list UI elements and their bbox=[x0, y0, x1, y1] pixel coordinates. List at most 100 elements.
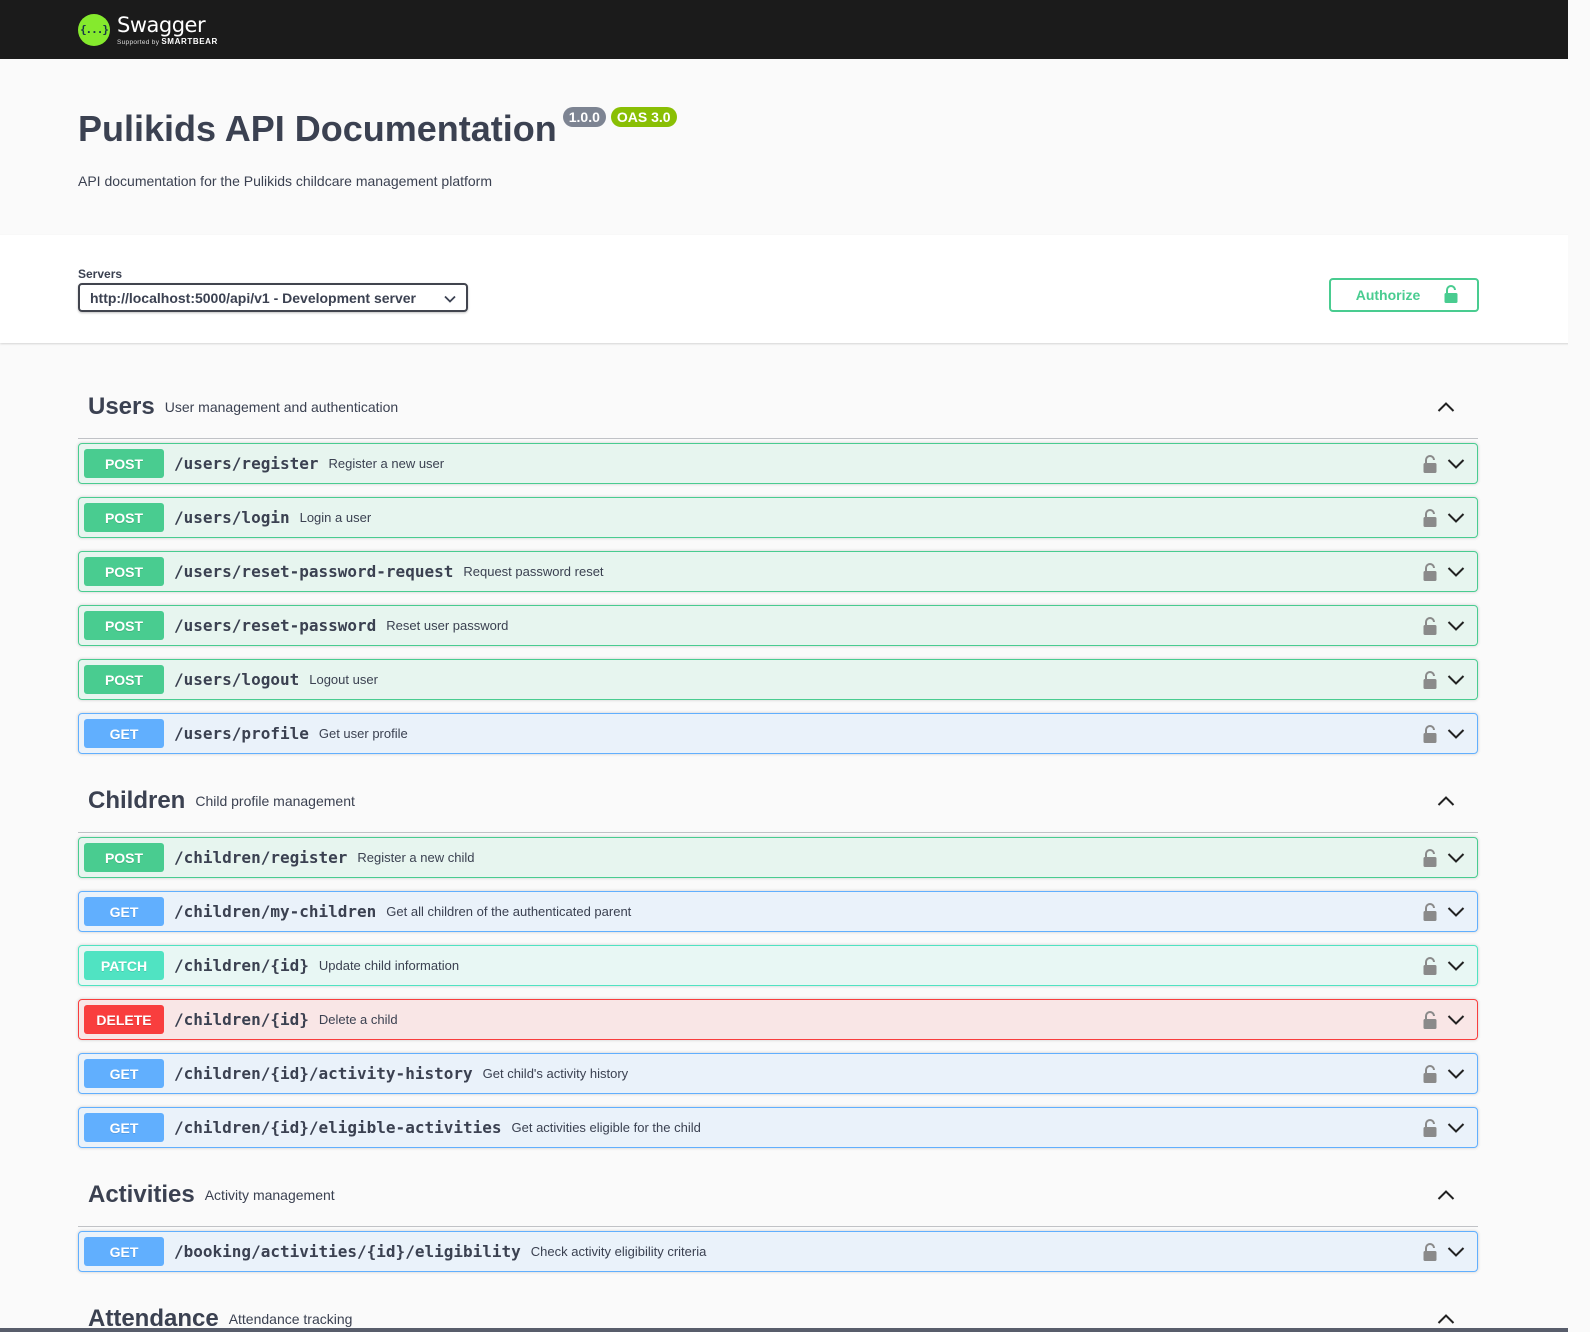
chevron-down-icon[interactable] bbox=[1447, 960, 1465, 972]
operation-path: /children/my-children bbox=[174, 902, 377, 921]
operation-row[interactable]: POST/users/login Login a user bbox=[78, 497, 1478, 538]
operation-path: /users/register bbox=[174, 454, 319, 473]
chevron-down-icon[interactable] bbox=[1447, 674, 1465, 686]
tag-section-users: Users User management and authentication P… bbox=[78, 375, 1478, 769]
tag-section-children: Children Child profile management POST/chi… bbox=[78, 769, 1478, 1163]
tag-name: Children bbox=[88, 786, 186, 814]
oas-badge: OAS 3.0 bbox=[610, 107, 677, 127]
lock-icon[interactable] bbox=[1423, 1242, 1437, 1261]
operation-path: /users/reset-password bbox=[174, 616, 377, 635]
chevron-down-icon[interactable] bbox=[1447, 458, 1465, 470]
chevron-down-icon[interactable] bbox=[1447, 1246, 1465, 1258]
logo-sub-brand: SMARTBEAR bbox=[161, 36, 218, 46]
operation-row[interactable]: GET/children/my-children Get all children… bbox=[78, 891, 1478, 932]
operation-summary: Check activity eligibility criteria bbox=[530, 1244, 707, 1259]
chevron-up-icon[interactable] bbox=[1436, 791, 1456, 811]
tag-description: Child profile management bbox=[195, 792, 355, 809]
method-badge: GET bbox=[84, 1113, 164, 1142]
operation-summary: Delete a child bbox=[318, 1012, 398, 1027]
logo-tagline: Supported by SMARTBEAR bbox=[117, 37, 218, 46]
lock-icon[interactable] bbox=[1423, 724, 1437, 743]
operation-path: /users/reset-password-request bbox=[174, 562, 454, 581]
lock-icon[interactable] bbox=[1423, 454, 1437, 473]
chevron-up-icon[interactable] bbox=[1436, 1309, 1456, 1329]
chevron-down-icon[interactable] bbox=[1447, 852, 1465, 864]
operation-row[interactable]: DELETE/children/{id} Delete a child bbox=[78, 999, 1478, 1040]
logo-text: Swagger Supported by SMARTBEAR bbox=[117, 14, 218, 46]
horizontal-scrollbar[interactable] bbox=[0, 1328, 1568, 1332]
operation-summary: Update child information bbox=[318, 958, 460, 973]
operation-row[interactable]: GET/children/{id}/activity-history Get ch… bbox=[78, 1053, 1478, 1094]
chevron-down-icon[interactable] bbox=[1447, 512, 1465, 524]
method-badge: POST bbox=[84, 557, 164, 586]
operation-row[interactable]: PATCH/children/{id} Update child informat… bbox=[78, 945, 1478, 986]
operation-row[interactable]: POST/users/reset-password-request Request… bbox=[78, 551, 1478, 592]
chevron-down-icon[interactable] bbox=[1447, 1122, 1465, 1134]
operation-summary: Get child's activity history bbox=[482, 1066, 629, 1081]
operation-summary: Register a new child bbox=[357, 850, 475, 865]
tag-description: User management and authentication bbox=[164, 398, 399, 415]
operation-summary: Register a new user bbox=[328, 456, 445, 471]
tag-description: Activity management bbox=[204, 1186, 335, 1203]
tag-header[interactable]: Attendance Attendance tracking bbox=[78, 1287, 1478, 1332]
tag-section-activities: Activities Activity management GET/booking… bbox=[78, 1163, 1478, 1287]
authorize-button[interactable]: Authorize bbox=[1329, 278, 1479, 312]
operation-row[interactable]: POST/users/register Register a new user bbox=[78, 443, 1478, 484]
method-badge: GET bbox=[84, 897, 164, 926]
swagger-logo[interactable]: {...} Swagger Supported by SMARTBEAR bbox=[78, 13, 218, 46]
chevron-down-icon[interactable] bbox=[1447, 906, 1465, 918]
operation-summary: Request password reset bbox=[463, 564, 604, 579]
operation-row[interactable]: POST/users/reset-password Reset user pass… bbox=[78, 605, 1478, 646]
method-badge: POST bbox=[84, 843, 164, 872]
method-badge: GET bbox=[84, 1237, 164, 1266]
operation-summary: Logout user bbox=[309, 672, 378, 687]
chevron-down-icon[interactable] bbox=[1447, 1068, 1465, 1080]
operation-row[interactable]: POST/users/logout Logout user bbox=[78, 659, 1478, 700]
chevron-up-icon[interactable] bbox=[1436, 397, 1456, 417]
lock-icon[interactable] bbox=[1423, 956, 1437, 975]
api-description: API documentation for the Pulikids child… bbox=[78, 173, 492, 189]
lock-icon[interactable] bbox=[1423, 616, 1437, 635]
method-badge: POST bbox=[84, 611, 164, 640]
api-info: Pulikids API Documentation 1.0.0 OAS 3.0… bbox=[0, 59, 1590, 235]
scheme-container: Servers http://localhost:5000/api/v1 - D… bbox=[0, 235, 1590, 343]
lock-icon[interactable] bbox=[1423, 1118, 1437, 1137]
logo-name: Swagger bbox=[117, 12, 206, 37]
tag-header[interactable]: Users User management and authentication bbox=[78, 375, 1478, 439]
chevron-down-icon[interactable] bbox=[1447, 1014, 1465, 1026]
method-badge: PATCH bbox=[84, 951, 164, 980]
tag-name: Activities bbox=[88, 1180, 195, 1208]
operation-path: /users/profile bbox=[174, 724, 309, 743]
page-title: Pulikids API Documentation bbox=[78, 108, 557, 149]
tag-header[interactable]: Children Child profile management bbox=[78, 769, 1478, 833]
lock-icon[interactable] bbox=[1423, 848, 1437, 867]
server-select-value: http://localhost:5000/api/v1 - Developme… bbox=[90, 289, 416, 306]
lock-icon[interactable] bbox=[1423, 562, 1437, 581]
chevron-down-icon[interactable] bbox=[1447, 620, 1465, 632]
method-badge: POST bbox=[84, 503, 164, 532]
lock-icon[interactable] bbox=[1423, 670, 1437, 689]
server-select[interactable]: http://localhost:5000/api/v1 - Developme… bbox=[78, 283, 468, 312]
lock-icon[interactable] bbox=[1423, 508, 1437, 527]
version-badge: 1.0.0 bbox=[562, 107, 606, 127]
operation-path: /users/logout bbox=[174, 670, 300, 689]
operation-row[interactable]: GET/users/profile Get user profile bbox=[78, 713, 1478, 754]
operation-summary: Login a user bbox=[299, 510, 372, 525]
operation-path: /children/{id}/activity-history bbox=[174, 1064, 473, 1083]
lock-icon[interactable] bbox=[1423, 1064, 1437, 1083]
chevron-down-icon[interactable] bbox=[1447, 566, 1465, 578]
operation-row[interactable]: GET/children/{id}/eligible-activities Get… bbox=[78, 1107, 1478, 1148]
operation-row[interactable]: GET/booking/activities/{id}/eligibility C… bbox=[78, 1231, 1478, 1272]
method-badge: POST bbox=[84, 665, 164, 694]
logo-sub-prefix: Supported by bbox=[117, 38, 162, 46]
tag-header[interactable]: Activities Activity management bbox=[78, 1163, 1478, 1227]
operation-path: /children/{id}/eligible-activities bbox=[174, 1118, 502, 1137]
lock-icon[interactable] bbox=[1423, 1010, 1437, 1029]
lock-icon[interactable] bbox=[1423, 902, 1437, 921]
chevron-down-icon[interactable] bbox=[1447, 728, 1465, 740]
operations-container: Users User management and authentication P… bbox=[0, 343, 1590, 1332]
chevron-up-icon[interactable] bbox=[1436, 1185, 1456, 1205]
operation-row[interactable]: POST/children/register Register a new chi… bbox=[78, 837, 1478, 878]
unlock-icon bbox=[1444, 284, 1458, 306]
method-badge: GET bbox=[84, 1059, 164, 1088]
